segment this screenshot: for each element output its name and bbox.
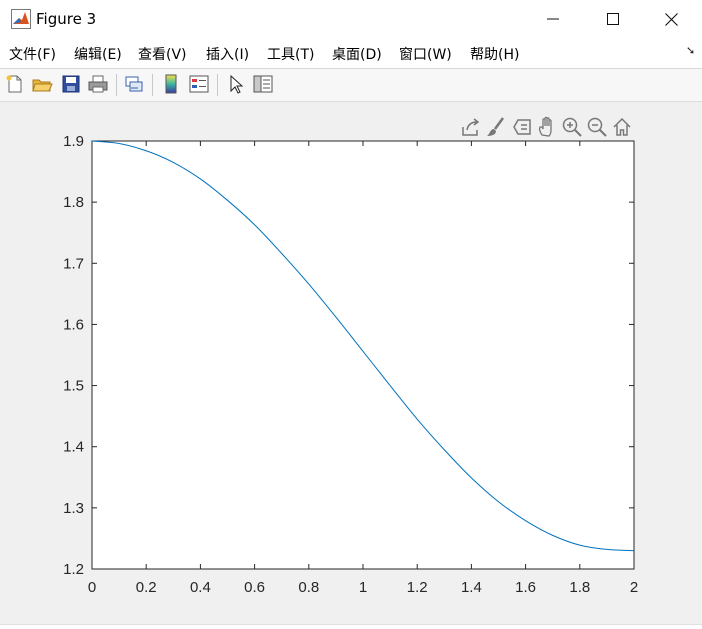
x-tick-label: 0.8: [298, 579, 319, 596]
axes-toolbar: [460, 115, 636, 139]
y-tick-label: 1.2: [63, 561, 84, 578]
y-tick-labels: 1.2 1.3 1.4 1.5 1.6 1.7 1.8 1.9: [63, 133, 84, 578]
pan-icon[interactable]: [536, 115, 558, 139]
x-tick-label: 1: [359, 579, 367, 596]
export-icon[interactable]: [460, 115, 482, 139]
x-tick-label: 0.2: [136, 579, 157, 596]
x-tick-label: 0.4: [190, 579, 211, 596]
home-icon[interactable]: [611, 115, 633, 139]
x-tick-labels: 0 0.2 0.4 0.6 0.8 1 1.2 1.4 1.6 1.8 2: [88, 579, 638, 596]
x-tick-label: 1.4: [461, 579, 482, 596]
axes-box: [91, 140, 635, 570]
zoom-out-icon[interactable]: [586, 115, 608, 139]
datatip-icon[interactable]: [511, 115, 533, 139]
x-tick-label: 1.8: [569, 579, 590, 596]
y-tick-label: 1.6: [63, 316, 84, 333]
y-tick-label: 1.9: [63, 133, 84, 150]
x-tick-label: 1.2: [407, 579, 428, 596]
x-tick-label: 2: [630, 579, 638, 596]
y-tick-label: 1.4: [63, 439, 84, 456]
line-chart: 0 0.2 0.4 0.6 0.8 1 1.2 1.4 1.6 1.8 2 1.2 1.3 1.4 1.5…: [63, 133, 638, 596]
x-tick-label: 1.6: [515, 579, 536, 596]
window-bottom-edge: [0, 624, 702, 629]
y-tick-label: 1.5: [63, 378, 84, 395]
zoom-in-icon[interactable]: [561, 115, 583, 139]
y-tick-label: 1.7: [63, 255, 84, 272]
y-tick-label: 1.8: [63, 194, 84, 211]
y-tick-label: 1.3: [63, 500, 84, 517]
brush-icon[interactable]: [485, 115, 507, 139]
x-tick-label: 0.6: [244, 579, 265, 596]
x-tick-label: 0: [88, 579, 96, 596]
